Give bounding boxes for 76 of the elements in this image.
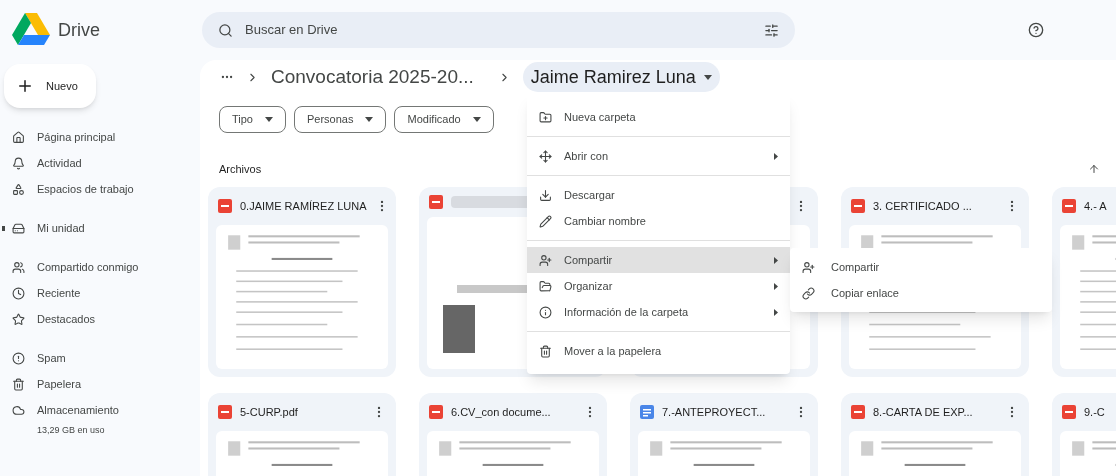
home-icon xyxy=(12,130,25,144)
filter-options-icon[interactable] xyxy=(764,22,779,38)
plus-icon xyxy=(16,77,34,95)
filter-chip[interactable]: Personas xyxy=(294,106,387,133)
file-name: 4.- A xyxy=(1084,198,1108,214)
file-card[interactable]: 7.-ANTEPROYECT... xyxy=(630,393,818,476)
menu-item[interactable]: Cambiar nombre xyxy=(527,208,790,234)
bell-icon xyxy=(12,156,25,170)
file-card[interactable]: 8.-CARTA DE EXP... xyxy=(841,393,1029,476)
file-name: 3. CERTIFICADO ... xyxy=(873,198,973,214)
menu-item[interactable]: Nueva carpeta xyxy=(527,104,790,130)
sidebar-item[interactable]: Reciente xyxy=(0,280,93,306)
file-card[interactable]: 4.- A xyxy=(1052,187,1116,377)
menu-item[interactable]: Organizar xyxy=(527,273,790,299)
file-name: 9.-C xyxy=(1084,404,1106,420)
trash-icon xyxy=(12,377,25,391)
info-icon xyxy=(539,305,552,319)
people-icon xyxy=(12,260,25,274)
drive-icon xyxy=(12,221,25,235)
link-icon xyxy=(802,286,815,300)
drive-logo-icon xyxy=(12,13,50,47)
star-icon xyxy=(12,312,25,326)
file-card[interactable]: 9.-C xyxy=(1052,393,1116,476)
caret-icon xyxy=(265,117,273,122)
filter-chip[interactable]: Modificado xyxy=(394,106,494,133)
sidebar-item[interactable]: Compartido conmigo xyxy=(0,254,151,280)
file-name: 7.-ANTEPROYECT... xyxy=(662,404,767,420)
storage-usage: 13,29 GB en uso xyxy=(36,424,106,437)
menu-item[interactable]: Copiar enlace xyxy=(790,280,1052,306)
sidebar-item[interactable]: Destacados xyxy=(0,306,108,332)
shapes-icon xyxy=(12,182,25,196)
pencil-icon xyxy=(539,214,552,228)
sidebar-item[interactable]: Espacios de trabajo xyxy=(0,176,146,202)
section-title: Archivos xyxy=(219,161,262,177)
new-button[interactable]: Nuevo xyxy=(4,64,96,108)
cloud-icon xyxy=(12,403,25,417)
file-name: 8.-CARTA DE EXP... xyxy=(873,404,974,420)
person-add-icon xyxy=(802,260,815,274)
clock-icon xyxy=(12,286,25,300)
sidebar-item[interactable]: Spam xyxy=(0,345,78,371)
download-icon xyxy=(539,188,552,202)
trash-icon xyxy=(539,344,552,358)
file-name: 6.CV_con docume... xyxy=(451,404,552,420)
file-card[interactable]: 5-CURP.pdf xyxy=(208,393,396,476)
folder-icon xyxy=(539,279,552,293)
breadcrumb-link[interactable]: Convocatoria 2025-20... xyxy=(271,62,474,92)
sidebar-item[interactable]: Mi unidad xyxy=(0,215,97,241)
caret-icon xyxy=(365,117,374,122)
app-name: Drive xyxy=(58,18,100,42)
search-field[interactable]: Buscar en Drive xyxy=(202,12,795,48)
menu-item[interactable]: Descargar xyxy=(527,182,790,208)
folder-plus-icon xyxy=(539,110,552,124)
file-name: 5-CURP.pdf xyxy=(240,404,299,420)
current-folder-button[interactable]: Jaime Ramirez Luna xyxy=(522,62,720,92)
move-arrows-icon xyxy=(539,149,552,163)
help-icon[interactable] xyxy=(1028,22,1044,38)
sidebar-item[interactable]: Página principal xyxy=(0,124,128,150)
file-card[interactable]: 6.CV_con docume... xyxy=(419,393,607,476)
menu-item[interactable]: Compartir xyxy=(790,254,1052,280)
caret-icon xyxy=(472,117,481,122)
sidebar-item[interactable]: Papelera xyxy=(0,371,94,397)
sidebar-item[interactable]: Almacenamiento xyxy=(0,397,131,423)
search-input[interactable]: Buscar en Drive xyxy=(245,20,752,40)
alert-icon xyxy=(12,351,25,365)
file-card[interactable]: 0.JAIME RAMÍREZ LUNA xyxy=(208,187,396,377)
sidebar-item[interactable]: Actividad xyxy=(0,150,94,176)
menu-item[interactable]: Compartir xyxy=(527,247,790,273)
menu-item[interactable]: Información de la carpeta xyxy=(527,299,790,325)
menu-item[interactable]: Abrir con xyxy=(527,143,790,169)
sort-arrow-icon[interactable] xyxy=(1088,163,1100,175)
caret-icon xyxy=(703,74,712,80)
search-icon xyxy=(218,22,233,38)
file-name: 0.JAIME RAMÍREZ LUNA xyxy=(240,198,367,214)
person-add-icon xyxy=(539,253,552,267)
filter-chip[interactable]: Tipo xyxy=(219,106,286,133)
menu-item[interactable]: Mover a la papelera xyxy=(527,338,790,364)
